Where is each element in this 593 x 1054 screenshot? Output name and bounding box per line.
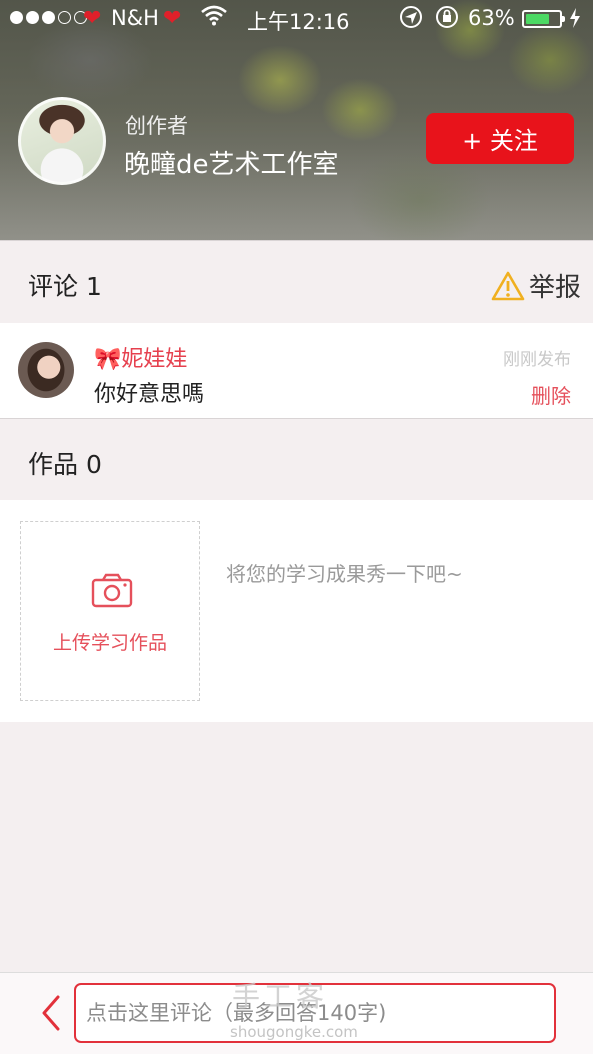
charging-icon [568, 7, 582, 34]
comment-text: 你好意思嗎 [94, 382, 205, 407]
comments-title: 评论 1 [28, 272, 102, 301]
creator-name[interactable]: 晚疃de艺术工作室 [124, 144, 339, 181]
battery-icon [522, 10, 565, 28]
works-area: 上传学习作品 将您的学习成果秀一下吧~ [0, 500, 593, 722]
signal-strength [10, 11, 87, 24]
camera-icon [91, 573, 133, 608]
heart-icon: ❤ [163, 6, 182, 31]
delete-comment-button[interactable]: 删除 [531, 380, 571, 409]
comment-bar [0, 972, 593, 1054]
commenter-name[interactable]: 🎀妮娃娃 [94, 341, 187, 373]
status-bar: ❤ N&H ❤ 上午12:16 63% [0, 0, 593, 38]
upload-work-label: 上传学习作品 [52, 632, 167, 654]
comment-time: 刚刚发布 [503, 350, 571, 370]
comment-input[interactable] [74, 983, 556, 1043]
status-time: 上午12:16 [247, 10, 350, 34]
report-button[interactable]: 举报 [491, 267, 581, 304]
comment-item: 🎀妮娃娃 你好意思嗎 刚刚发布 删除 [0, 323, 593, 418]
report-label: 举报 [528, 273, 581, 303]
warning-icon [491, 271, 525, 300]
creator-avatar[interactable] [18, 97, 106, 185]
location-icon [399, 5, 423, 34]
follow-button[interactable]: + 关注 [426, 113, 574, 164]
carrier-name: N&H [111, 6, 159, 30]
creator-label: 创作者 [125, 114, 188, 138]
rotation-lock-icon [435, 5, 459, 34]
wifi-icon [201, 4, 227, 31]
heart-icon: ❤ [83, 6, 102, 31]
back-chevron-icon[interactable] [36, 993, 66, 1033]
upload-work-button[interactable]: 上传学习作品 [20, 521, 200, 701]
battery-percent: 63% [468, 6, 515, 30]
follow-button-label: + 关注 [462, 127, 538, 155]
comments-section-header: 评论 1 举报 [0, 240, 593, 324]
works-title: 作品 0 [28, 450, 102, 479]
works-hint: 将您的学习成果秀一下吧~ [226, 562, 463, 586]
works-section-header: 作品 0 [0, 418, 593, 501]
commenter-avatar[interactable] [18, 342, 74, 398]
